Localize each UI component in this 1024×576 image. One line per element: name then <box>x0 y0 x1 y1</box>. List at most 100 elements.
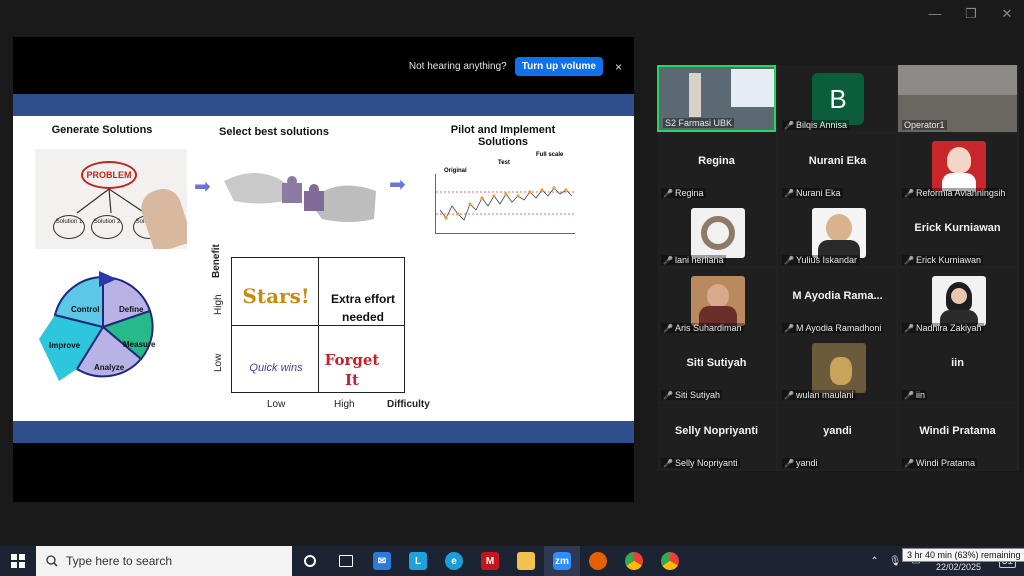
projector-screen <box>731 69 774 107</box>
mic-muted-icon: 🎤 <box>904 188 914 198</box>
slide-top-band <box>13 94 634 116</box>
participant-tile[interactable]: Erick Kurniawan 🎤 Erick Kurniawan <box>898 200 1017 267</box>
participant-name-tile: Siti Sutiyah <box>686 357 747 369</box>
participant-tile[interactable]: Regina 🎤 Regina <box>657 133 776 200</box>
participant-tile[interactable]: 🎤 Reformia Avianningsih <box>898 133 1017 200</box>
l-app-icon[interactable]: L <box>400 546 436 576</box>
y-axis-label: Benefit <box>211 244 222 278</box>
participant-name-tile: Erick Kurniawan <box>914 222 1001 234</box>
search-icon <box>46 555 58 567</box>
participant-tile[interactable]: 🎤 wulan maulani <box>778 335 897 402</box>
chevron-up-icon[interactable]: ⌃ <box>870 556 878 567</box>
participant-name-label: S2 Farmasi UBK <box>663 118 735 128</box>
participant-name-tile: Windi Pratama <box>919 425 996 437</box>
window-controls: — ❐ ✕ <box>926 6 1016 22</box>
participant-name-label: 🎤 yandi <box>782 458 820 468</box>
screen-share-view: Not hearing anything? Turn up volume × G… <box>13 37 634 502</box>
participant-name-label: 🎤 wulan maulani <box>782 390 856 400</box>
pilot-solutions-title: Pilot and Implement Solutions <box>450 124 556 148</box>
avatar: B <box>812 73 864 125</box>
zoom-icon[interactable]: zm <box>544 546 580 576</box>
microphone-icon[interactable]: 🎙 <box>889 556 902 567</box>
participant-tile[interactable]: S2 Farmasi UBK <box>657 65 776 132</box>
chart-label-test: Test <box>498 160 510 166</box>
problem-solution-image: PROBLEM Solution 1 Solution 2 Solution 3 <box>35 149 187 249</box>
participant-name-tile: Selly Nopriyanti <box>674 425 759 437</box>
audio-notice-text: Not hearing anything? <box>408 61 507 72</box>
participant-name-label: 🎤 Yulius Iskandar <box>782 255 860 265</box>
participant-name-label: 🎤 Nurani Eka <box>782 188 843 198</box>
participant-name-label: 🎤 Windi Pratama <box>902 458 977 468</box>
participant-name-tile: Nurani Eka <box>808 155 867 167</box>
participant-name-tile: yandi <box>823 425 852 437</box>
mic-muted-icon: 🎤 <box>663 255 673 265</box>
participant-tile[interactable]: 🎤 Aris Suhardiman <box>657 268 776 335</box>
mic-muted-icon: 🎤 <box>904 323 914 333</box>
matrix-cell-stars: Stars! <box>242 284 310 308</box>
minimize-button[interactable]: — <box>926 6 944 22</box>
start-button[interactable] <box>0 546 36 576</box>
chrome-icon[interactable] <box>616 546 652 576</box>
cycle-define-label: Define <box>119 305 144 314</box>
slide-bottom-band <box>13 421 634 443</box>
profile-photo <box>812 208 866 258</box>
participant-tile[interactable]: Siti Sutiyah 🎤 Siti Sutiyah <box>657 335 776 402</box>
x-axis-label: Difficulty <box>387 399 430 410</box>
maximize-button[interactable]: ❐ <box>962 6 980 22</box>
mic-muted-icon: 🎤 <box>663 323 673 333</box>
search-placeholder: Type here to search <box>66 554 173 568</box>
participant-name-label: 🎤 M Ayodia Ramadhoni <box>782 323 884 333</box>
participant-tile[interactable]: B 🎤 Bilqis Annisa <box>778 65 897 132</box>
mic-muted-icon: 🎤 <box>663 188 673 198</box>
taskbar-search-box[interactable]: Type here to search <box>36 546 292 576</box>
cycle-improve-label: Improve <box>49 341 81 350</box>
participant-tile[interactable]: 🎤 Nadhira Zakiyah <box>898 268 1017 335</box>
mic-muted-icon: 🎤 <box>663 458 673 468</box>
file-explorer-icon[interactable] <box>508 546 544 576</box>
participant-name-tile: M Ayodia Rama... <box>792 290 883 302</box>
dismiss-notice-icon[interactable]: × <box>615 60 622 74</box>
participant-name-tile: Regina <box>698 155 735 167</box>
participant-name-label: Operator1 <box>902 120 947 130</box>
profile-photo <box>932 141 986 191</box>
participant-name-label: 🎤 Reformia Avianningsih <box>902 188 1008 198</box>
participant-name-label: 🎤 iin <box>902 390 927 400</box>
windows-taskbar: Type here to search ✉ L e M zm ⌃ 🎙 ▭ 31 <box>0 546 1024 576</box>
right-arrow-icon: ➡ <box>194 176 211 198</box>
participant-tile[interactable]: 🎤 Yulius Iskandar <box>778 200 897 267</box>
cortana-icon[interactable] <box>292 546 328 576</box>
close-button[interactable]: ✕ <box>998 6 1016 22</box>
participant-tile[interactable]: iin 🎤 iin <box>898 335 1017 402</box>
matrix-cell-quick-wins: Quick wins <box>249 362 303 374</box>
participant-name-label: 🎤 lani herliana <box>661 255 726 265</box>
participant-tile[interactable]: Selly Nopriyanti 🎤 Selly Nopriyanti <box>657 403 776 470</box>
firefox-icon[interactable] <box>580 546 616 576</box>
participant-tile[interactable]: Windi Pratama 🎤 Windi Pratama <box>898 403 1017 470</box>
mic-muted-icon: 🎤 <box>784 323 794 333</box>
participant-tile[interactable]: Nurani Eka 🎤 Nurani Eka <box>778 133 897 200</box>
mcafee-icon[interactable]: M <box>472 546 508 576</box>
windows-logo-icon <box>11 554 25 568</box>
edge-icon[interactable]: e <box>436 546 472 576</box>
participant-tile[interactable]: yandi 🎤 yandi <box>778 403 897 470</box>
turn-up-volume-button[interactable]: Turn up volume <box>514 57 603 76</box>
y-low-label: Low <box>213 353 224 372</box>
presentation-slide: Generate Solutions Select best solutions… <box>13 94 634 443</box>
participant-name-label: 🎤 Selly Nopriyanti <box>661 458 740 468</box>
participant-tile[interactable]: Operator1 <box>898 65 1017 132</box>
chrome-profile-icon[interactable] <box>652 546 688 576</box>
participant-name-label: 🎤 Aris Suhardiman <box>661 323 744 333</box>
puzzle-hands-image <box>224 161 376 231</box>
mail-icon[interactable]: ✉ <box>364 546 400 576</box>
task-view-icon[interactable] <box>328 546 364 576</box>
profile-photo <box>691 276 745 326</box>
chart-label-full-scale: Full scale <box>536 152 564 158</box>
taskbar-date[interactable]: 22/02/2025 <box>936 562 981 572</box>
profile-photo <box>812 343 866 393</box>
profile-photo <box>691 208 745 258</box>
mic-muted-icon: 🎤 <box>904 390 914 400</box>
mic-muted-icon: 🎤 <box>663 390 673 400</box>
x-low-label: Low <box>267 399 286 410</box>
participant-tile[interactable]: 🎤 lani herliana <box>657 200 776 267</box>
participant-tile[interactable]: M Ayodia Rama... 🎤 M Ayodia Ramadhoni <box>778 268 897 335</box>
